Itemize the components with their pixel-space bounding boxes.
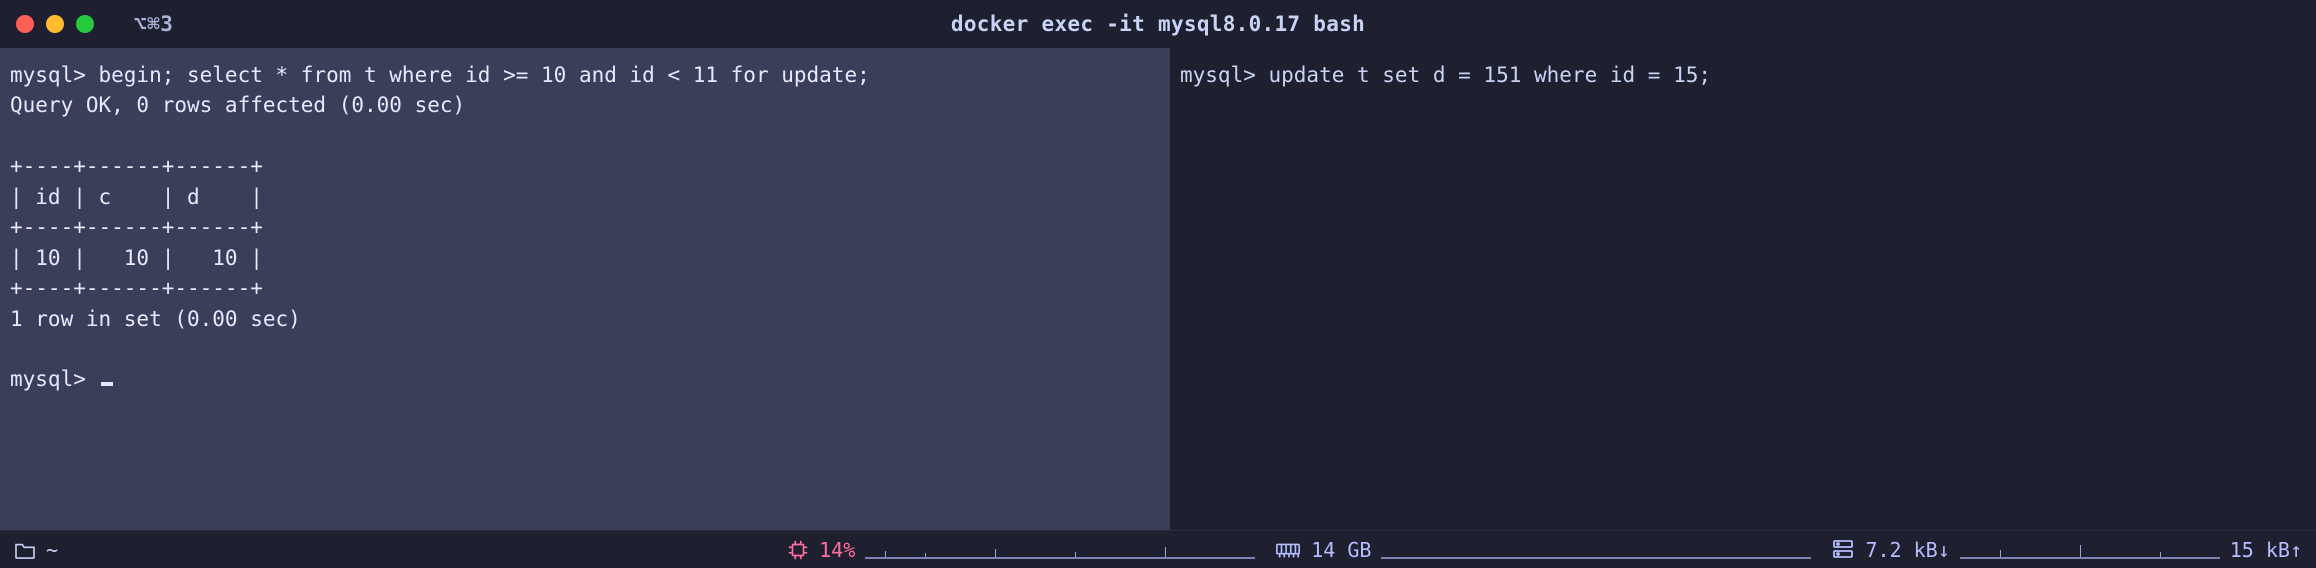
- terminal-line: | id | c | d |: [10, 185, 263, 209]
- network-section: 7.2 kB↓ 15 kB↑: [1831, 538, 2302, 562]
- terminal-line: +----+------+------+: [10, 154, 263, 178]
- terminal-line: mysql> update t set d = 151 where id = 1…: [1180, 63, 1711, 87]
- cpu-icon: [787, 539, 809, 561]
- traffic-lights: [16, 15, 94, 33]
- folder-icon: [14, 541, 36, 559]
- statusbar: ~ 14%: [0, 530, 2316, 568]
- titlebar: ⌥⌘3 docker exec -it mysql8.0.17 bash: [0, 0, 2316, 48]
- cpu-graph: [865, 541, 1255, 559]
- network-graph: [1960, 541, 2220, 559]
- left-terminal-pane[interactable]: mysql> begin; select * from t where id >…: [0, 48, 1170, 530]
- terminal-line: +----+------+------+: [10, 215, 263, 239]
- maximize-icon[interactable]: [76, 15, 94, 33]
- cpu-section: 14%: [787, 538, 1255, 562]
- status-path: ~: [46, 538, 58, 562]
- status-path-section: ~: [14, 538, 58, 562]
- cursor-icon: [101, 382, 113, 386]
- memory-graph: [1381, 541, 1811, 559]
- memory-icon: [1275, 541, 1301, 559]
- network-icon: [1831, 539, 1855, 561]
- net-up: 15 kB↑: [2230, 538, 2302, 562]
- terminal-line: +----+------+------+: [10, 276, 263, 300]
- tab-shortcut-label: ⌥⌘3: [134, 12, 173, 36]
- window-title: docker exec -it mysql8.0.17 bash: [951, 12, 1365, 36]
- terminal-line: Query OK, 0 rows affected (0.00 sec): [10, 93, 465, 117]
- close-icon[interactable]: [16, 15, 34, 33]
- minimize-icon[interactable]: [46, 15, 64, 33]
- terminal-line: 1 row in set (0.00 sec): [10, 307, 301, 331]
- right-terminal-pane[interactable]: mysql> update t set d = 151 where id = 1…: [1170, 48, 2316, 530]
- mysql-prompt: mysql>: [10, 367, 99, 391]
- cpu-percent: 14%: [819, 538, 855, 562]
- terminal-line: | 10 | 10 | 10 |: [10, 246, 263, 270]
- panes-container: mysql> begin; select * from t where id >…: [0, 48, 2316, 530]
- terminal-line: mysql> begin; select * from t where id >…: [10, 63, 870, 87]
- net-down: 7.2 kB↓: [1865, 538, 1949, 562]
- memory-section: 14 GB: [1275, 538, 1811, 562]
- memory-value: 14 GB: [1311, 538, 1371, 562]
